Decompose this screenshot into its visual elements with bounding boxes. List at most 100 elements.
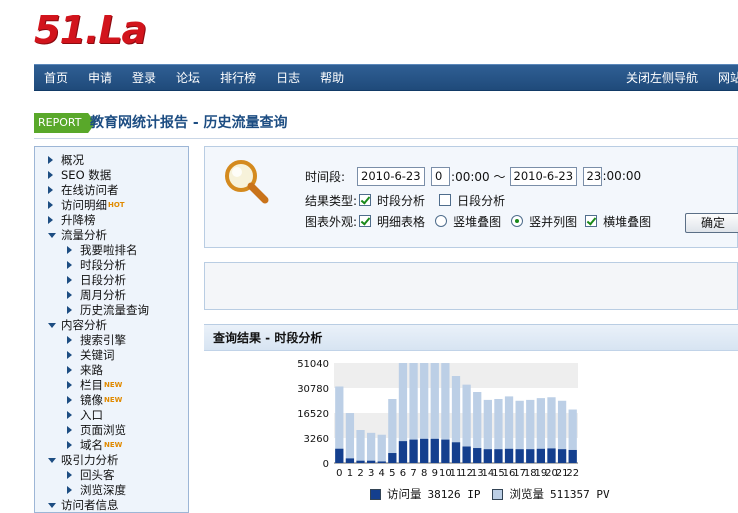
nav-link-6[interactable]: 帮助 xyxy=(310,65,354,92)
sidebar-item-2[interactable]: 在线访问者 xyxy=(35,183,188,198)
sidebar-item-22[interactable]: 浏览深度 xyxy=(35,483,188,498)
site-logo[interactable]: 51.La xyxy=(34,10,184,50)
logo-text: 51.La xyxy=(34,8,147,52)
sidebar-item-label: 镜像 xyxy=(80,393,103,407)
pv-bar xyxy=(366,432,376,463)
nav-right-link-1[interactable]: 网站 xyxy=(708,65,738,92)
top-navbar: 首页 申请 登录 论坛 排行榜 日志 帮助 关闭左侧导航 网站 xyxy=(34,64,738,91)
triangle-right-icon xyxy=(48,171,53,179)
sidebar-item-4[interactable]: 升降榜 xyxy=(35,213,188,228)
triangle-right-icon xyxy=(67,351,72,359)
period-label: 时间段: xyxy=(305,169,346,184)
sidebar-item-11[interactable]: 内容分析 xyxy=(35,318,188,333)
sidebar-item-label: 浏览深度 xyxy=(80,483,126,497)
ip-bar xyxy=(366,460,376,463)
vertical-column-radio[interactable] xyxy=(511,215,524,227)
legend-name: 访问量 xyxy=(387,487,422,501)
sidebar-item-label: 日段分析 xyxy=(80,273,126,287)
ip-bar xyxy=(557,449,567,463)
end-hour-input[interactable]: 23 xyxy=(582,166,602,186)
triangle-right-icon xyxy=(67,426,72,434)
sidebar-item-label: 搜索引擎 xyxy=(80,333,126,347)
nav-link-1[interactable]: 申请 xyxy=(78,65,122,92)
sidebar-item-1[interactable]: SEO 数据 xyxy=(35,168,188,183)
sidebar-item-16[interactable]: 镜像NEW xyxy=(35,393,188,408)
ip-bar xyxy=(504,448,514,463)
sidebar-item-5[interactable]: 流量分析 xyxy=(35,228,188,243)
vertical-stacked-radio[interactable] xyxy=(435,215,448,227)
y-tick-label: 3260 xyxy=(304,434,329,445)
sidebar-item-15[interactable]: 栏目NEW xyxy=(35,378,188,393)
triangle-right-icon xyxy=(67,261,72,269)
y-tick-label: 30780 xyxy=(297,384,329,395)
appearance-label: 图表外观: xyxy=(305,214,358,229)
sidebar-item-label: 吸引力分析 xyxy=(61,453,119,467)
sidebar-item-label: 页面浏览 xyxy=(80,423,126,437)
sidebar-item-label: 概况 xyxy=(61,153,84,167)
ip-bar xyxy=(441,439,450,463)
sidebar-item-17[interactable]: 入口 xyxy=(35,408,188,423)
pv-bar xyxy=(356,430,365,463)
sidebar-item-9[interactable]: 周月分析 xyxy=(35,288,188,303)
x-tick-label: 2 xyxy=(357,468,363,479)
sidebar-item-0[interactable]: 概况 xyxy=(35,153,188,168)
triangle-right-icon xyxy=(48,216,53,224)
ip-bar xyxy=(451,442,461,463)
daily-checkbox[interactable] xyxy=(439,194,452,206)
page-title: 教育网统计报告 - 历史流量查询 xyxy=(90,115,288,131)
sidebar-list: 概况 SEO 数据 在线访问者 访问明细HOT 升降榜 流量分析 我要啦排名 时段分析 日段分析… xyxy=(35,147,188,512)
nav-link-2[interactable]: 登录 xyxy=(122,65,166,92)
sidebar-item-23[interactable]: 访问者信息 xyxy=(35,498,188,512)
sidebar-item-19[interactable]: 域名NEW xyxy=(35,438,188,453)
sidebar-item-18[interactable]: 页面浏览 xyxy=(35,423,188,438)
sidebar-badge: NEW xyxy=(104,381,123,389)
sidebar-badge: HOT xyxy=(108,201,125,209)
nav-link-5[interactable]: 日志 xyxy=(266,65,310,92)
triangle-right-icon xyxy=(67,291,72,299)
sidebar-item-label: 访问者信息 xyxy=(61,498,119,512)
x-tick-label: 4 xyxy=(379,468,385,479)
sidebar-item-label: 周月分析 xyxy=(80,288,126,302)
sidebar-badge: NEW xyxy=(104,396,123,404)
nav-link-4[interactable]: 排行榜 xyxy=(210,65,266,92)
sidebar-item-20[interactable]: 吸引力分析 xyxy=(35,453,188,468)
legend-item-0: 访问量 38126 IP xyxy=(370,486,480,502)
sidebar-item-13[interactable]: 关键词 xyxy=(35,348,188,363)
ip-bar xyxy=(515,449,524,463)
triangle-down-icon xyxy=(48,233,56,238)
vertical-stacked-label: 竖堆叠图 xyxy=(453,214,502,229)
nav-link-0[interactable]: 首页 xyxy=(34,65,78,92)
start-date-input[interactable]: 2010-6-23 xyxy=(357,166,426,186)
horizontal-stacked-label: 横堆叠图 xyxy=(603,214,652,229)
sidebar-item-label: 流量分析 xyxy=(61,228,107,242)
detail-table-checkbox[interactable] xyxy=(359,215,372,227)
horizontal-stacked-checkbox[interactable] xyxy=(585,215,598,227)
sidebar-item-14[interactable]: 来路 xyxy=(35,363,188,378)
legend-name: 浏览量 xyxy=(509,487,544,501)
close-left-nav-link[interactable]: 关闭左侧导航 xyxy=(616,65,708,92)
x-tick-label: 1 xyxy=(347,468,353,479)
sidebar-item-6[interactable]: 我要啦排名 xyxy=(35,243,188,258)
ok-button[interactable]: 确定 xyxy=(685,213,738,233)
y-tick-label: 0 xyxy=(323,459,329,470)
triangle-right-icon xyxy=(67,381,72,389)
detail-table-label: 明细表格 xyxy=(377,214,426,229)
hourly-checkbox[interactable] xyxy=(359,194,372,206)
sidebar-item-label: SEO 数据 xyxy=(61,168,112,182)
nav-link-3[interactable]: 论坛 xyxy=(166,65,210,92)
sidebar-item-10[interactable]: 历史流量查询 xyxy=(35,303,188,318)
report-tag: REPORT xyxy=(34,113,96,133)
sidebar-item-3[interactable]: 访问明细HOT xyxy=(35,198,188,213)
triangle-right-icon xyxy=(67,246,72,254)
start-hour-input[interactable]: 0 xyxy=(431,166,451,186)
sidebar-item-8[interactable]: 日段分析 xyxy=(35,273,188,288)
sidebar-item-12[interactable]: 搜索引擎 xyxy=(35,333,188,348)
x-tick-label: 6 xyxy=(400,468,406,479)
sidebar-item-21[interactable]: 回头客 xyxy=(35,468,188,483)
end-date-input[interactable]: 2010-6-23 xyxy=(509,166,577,186)
appearance-row: 图表外观: 明细表格 竖堆叠图 竖并列图 横堆叠图 xyxy=(305,210,651,232)
magnifier-icon xyxy=(225,160,269,204)
triangle-right-icon xyxy=(48,186,53,194)
ip-bar xyxy=(547,448,556,463)
sidebar-item-7[interactable]: 时段分析 xyxy=(35,258,188,273)
